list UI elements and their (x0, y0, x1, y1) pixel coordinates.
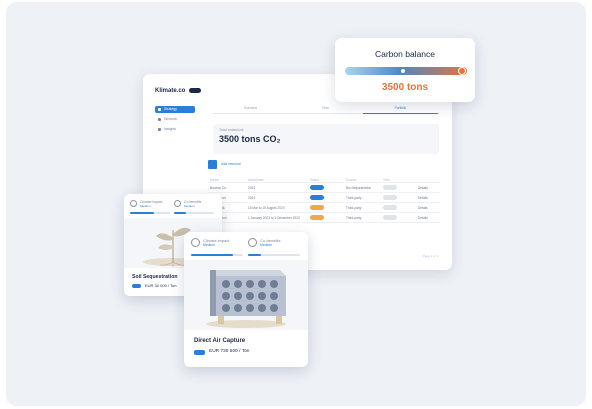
co-benefits-progress (174, 212, 214, 214)
co-benefits-icon (174, 200, 181, 207)
row-details-link[interactable]: Details (418, 196, 428, 200)
direct-air-capture-card[interactable]: Climate impact Medium Co-benefits Medium (184, 232, 308, 367)
add-removal-button[interactable] (208, 160, 217, 169)
column-header-source: Source (346, 178, 357, 182)
card-price: EUR 730 500 / Ton (209, 349, 250, 354)
column-header-tons: Tons (383, 178, 390, 182)
table-row[interactable]: Air Capture 2024 Third-party Details (208, 193, 440, 203)
tab-portfolio[interactable]: Portfolio (363, 106, 438, 114)
air-capture-illustration (184, 260, 308, 330)
status-badge (310, 215, 324, 220)
row-source: Third-party (346, 216, 362, 220)
card-title: Soil Sequestration (132, 274, 178, 280)
network-icon (158, 118, 161, 121)
co-benefits-metric: Co-benefits Medium (174, 200, 201, 208)
climate-impact-progress (130, 212, 170, 214)
app-logo: Klimate.co (155, 88, 186, 94)
row-description: 2023 (248, 186, 256, 190)
card-price: EUR 30 000 / Ton (145, 283, 177, 288)
slider-handle[interactable] (458, 67, 466, 75)
carbon-balance-slider[interactable] (345, 67, 467, 75)
air-capture-unit-icon (206, 270, 286, 328)
carbon-balance-value: 3500 tons (381, 82, 429, 93)
carbon-balance-title: Carbon balance (374, 49, 435, 59)
row-details-link[interactable]: Details (418, 206, 428, 210)
carbon-balance-card: Carbon balance 3500 tons (335, 38, 475, 102)
tab-plan[interactable]: Plan (288, 106, 363, 114)
row-details-link[interactable]: Details (418, 186, 428, 190)
column-header-description: Description (248, 178, 264, 182)
status-badge (310, 195, 324, 200)
status-badge (310, 185, 324, 190)
tons-placeholder (383, 205, 397, 210)
climate-impact-icon (191, 238, 200, 247)
co-benefits-metric: Co-benefits Medium (248, 238, 280, 248)
sidebar-item-strategy[interactable]: Strategy (155, 106, 195, 113)
tons-placeholder (383, 215, 397, 220)
row-source: Third-party (346, 196, 362, 200)
page-background: Klimate.co Strategy Network Insights Ove… (6, 2, 586, 406)
co-benefits-progress (248, 254, 300, 256)
logo-badge (189, 88, 201, 93)
tons-placeholder (383, 195, 397, 200)
row-details-link[interactable]: Details (418, 216, 428, 220)
tons-placeholder (383, 185, 397, 190)
co-benefits-icon (248, 238, 257, 247)
strategy-icon (158, 108, 161, 111)
row-name: Biochar Co. (210, 186, 227, 190)
tab-overview[interactable]: Overview (213, 106, 288, 114)
sidebar-item-network[interactable]: Network (155, 116, 195, 123)
row-description: 1 January 2023 to 1 December 2023 (248, 216, 300, 220)
table-header: Name Description Status Source Tons (208, 175, 440, 183)
status-badge (310, 205, 324, 210)
row-description: 2024 (248, 196, 256, 200)
row-source: Third-party (346, 206, 362, 210)
table-row[interactable]: Soil Carbon 1 January 2023 to 1 December… (208, 213, 440, 223)
column-header-status: Status (310, 178, 320, 182)
total-emissions-value: 3500 tons CO₂ (219, 134, 281, 144)
row-description: 15 Mar to 15 August 2023 (248, 206, 285, 210)
climate-impact-metric: Climate impact Medium (191, 238, 229, 248)
price-tag-icon (194, 350, 205, 355)
price-tag-icon (132, 284, 141, 288)
row-source: Bio Sequestration (346, 186, 372, 190)
climate-impact-progress (191, 254, 243, 256)
sidebar-item-insights[interactable]: Insights (155, 126, 195, 133)
column-header-name: Name (210, 178, 219, 182)
insights-icon (158, 128, 161, 131)
climate-impact-icon (130, 200, 137, 207)
card-title: Direct Air Capture (194, 338, 246, 344)
slider-marker (401, 69, 405, 73)
tab-bar: Overview Plan Portfolio (213, 106, 439, 114)
total-emissions-label: Total emissions (219, 128, 244, 132)
table-row[interactable]: Ocean Alk. 15 Mar to 15 August 2023 Thir… (208, 203, 440, 213)
table-row[interactable]: Biochar Co. 2023 Bio Sequestration Detai… (208, 183, 440, 193)
pagination[interactable]: Page 1 of 1 (423, 254, 438, 258)
portfolio-table: Name Description Status Source Tons Bioc… (208, 175, 440, 223)
climate-impact-metric: Climate impact Medium (130, 200, 162, 208)
add-removal-label[interactable]: Add removal (221, 162, 241, 166)
